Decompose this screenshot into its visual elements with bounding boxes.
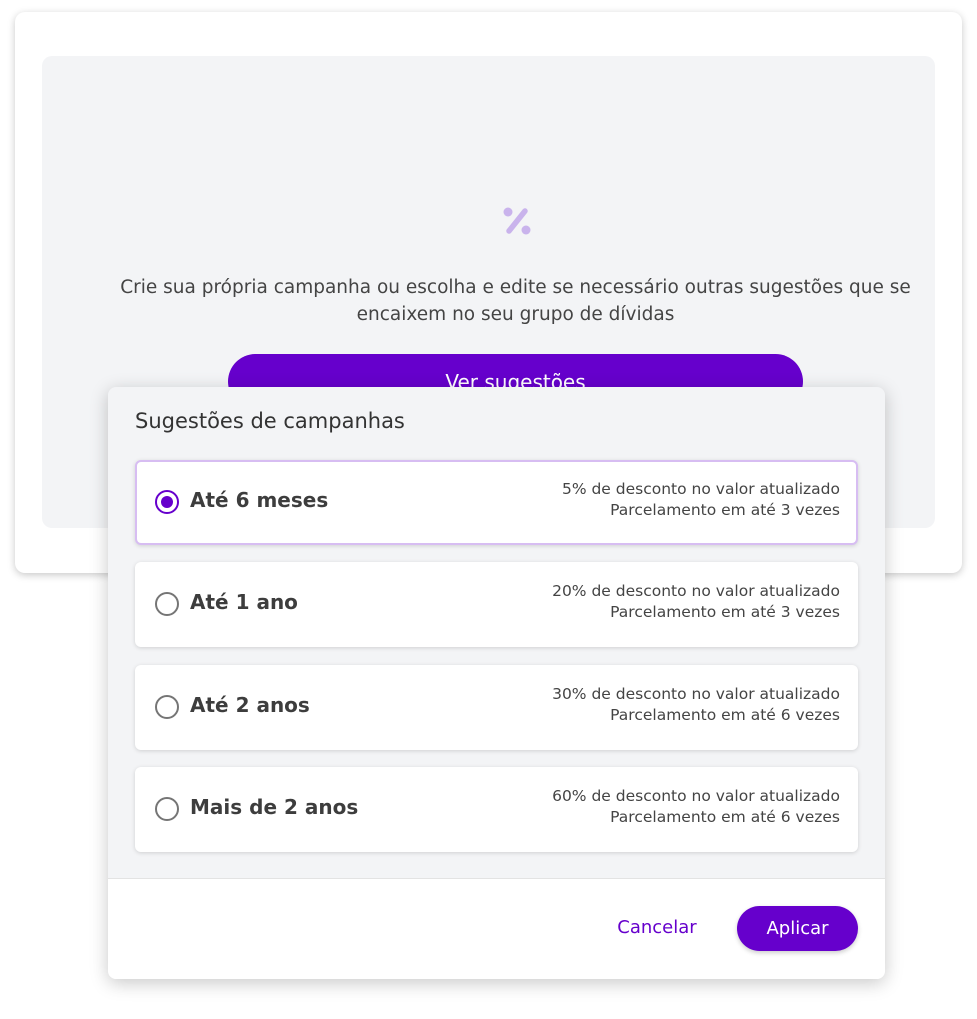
option-details: 5% de desconto no valor atualizado Parce… bbox=[562, 479, 840, 521]
option-installments: Parcelamento em até 3 vezes bbox=[610, 501, 840, 519]
option-details: 20% de desconto no valor atualizado Parc… bbox=[552, 581, 840, 623]
option-label: Até 1 ano bbox=[190, 590, 298, 614]
option-discount: 20% de desconto no valor atualizado bbox=[552, 582, 840, 600]
option-discount: 5% de desconto no valor atualizado bbox=[561, 480, 840, 498]
option-installments: Parcelamento em até 6 vezes bbox=[610, 706, 840, 724]
option-ate-2-anos[interactable]: Até 2 anos 30% de desconto no valor atua… bbox=[135, 665, 858, 750]
suggestions-modal: Sugestões de campanhas Até 6 meses 5% de… bbox=[108, 387, 885, 979]
option-details: 30% de desconto no valor atualizado Parc… bbox=[552, 684, 840, 726]
option-details: 60% de desconto no valor atualizado Parc… bbox=[552, 786, 840, 828]
radio-button-checked[interactable] bbox=[155, 490, 179, 514]
modal-footer: Cancelar Aplicar bbox=[108, 878, 885, 979]
option-label: Mais de 2 anos bbox=[190, 795, 359, 819]
option-ate-1-ano[interactable]: Até 1 ano 20% de desconto no valor atual… bbox=[135, 562, 858, 647]
option-mais-de-2-anos[interactable]: Mais de 2 anos 60% de desconto no valor … bbox=[135, 767, 858, 852]
option-discount: 60% de desconto no valor atualizado bbox=[552, 787, 840, 805]
modal-title: Sugestões de campanhas bbox=[135, 409, 405, 433]
radio-button[interactable] bbox=[155, 695, 179, 719]
option-label: Até 6 meses bbox=[190, 488, 329, 512]
option-ate-6-meses[interactable]: Até 6 meses 5% de desconto no valor atua… bbox=[135, 460, 858, 545]
option-discount: 30% de desconto no valor atualizado bbox=[552, 685, 840, 703]
empty-state-description: Crie sua própria campanha ou escolha e e… bbox=[120, 277, 911, 325]
option-installments: Parcelamento em até 6 vezes bbox=[610, 808, 840, 826]
radio-button[interactable] bbox=[155, 592, 179, 616]
percent-icon bbox=[503, 207, 531, 235]
cancel-button[interactable]: Cancelar bbox=[602, 905, 712, 949]
option-installments: Parcelamento em até 3 vezes bbox=[610, 603, 840, 621]
apply-button[interactable]: Aplicar bbox=[737, 906, 858, 951]
radio-button[interactable] bbox=[155, 797, 179, 821]
option-label: Até 2 anos bbox=[190, 693, 310, 717]
